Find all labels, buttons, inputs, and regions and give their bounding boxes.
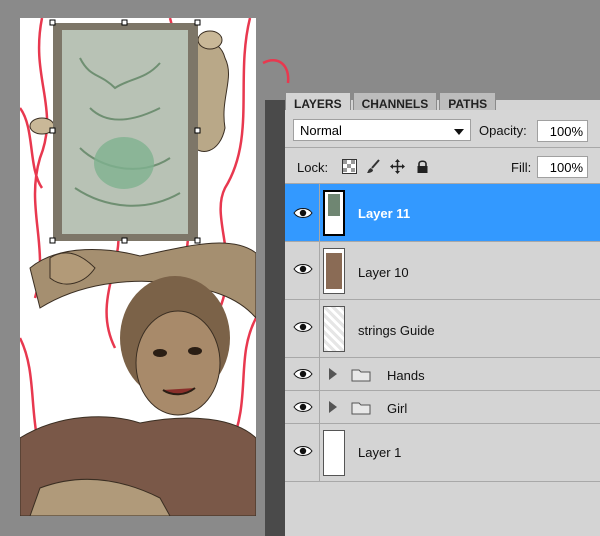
layers-list-empty-area [285, 482, 600, 536]
opacity-label: Opacity: [479, 123, 527, 138]
layer-row-layer-10[interactable]: Layer 10 [285, 242, 600, 300]
thumbnail-content [326, 253, 342, 289]
transform-handle[interactable] [121, 237, 128, 244]
tab-paths[interactable]: PATHS [439, 92, 497, 111]
layer-thumbnail [323, 306, 345, 352]
layer-thumbnail [323, 248, 345, 294]
thumbnail-content [328, 194, 340, 216]
panel-tabs: LAYERS CHANNELS PATHS [285, 92, 498, 111]
column-divider [319, 300, 320, 357]
layer-name: Layer 1 [358, 445, 402, 460]
layer-name: Layer 10 [358, 265, 409, 280]
folder-icon [351, 369, 371, 382]
transform-handle[interactable] [121, 19, 128, 26]
triangle-expand-icon[interactable] [329, 368, 337, 380]
transform-handle[interactable] [194, 237, 201, 244]
tab-channels[interactable]: CHANNELS [352, 92, 438, 111]
blend-mode-value: Normal [300, 123, 342, 138]
column-divider [319, 424, 320, 481]
eye [188, 347, 202, 355]
fill-label: Fill: [511, 160, 532, 175]
brush-lock-icon[interactable] [366, 159, 381, 174]
face [135, 310, 221, 416]
checkerboard-lock-icon[interactable] [342, 159, 357, 174]
transform-handle[interactable] [194, 127, 201, 134]
fill-field[interactable]: 100% [537, 156, 588, 178]
triangle-expand-icon[interactable] [329, 401, 337, 413]
sketch-face [94, 137, 154, 189]
move-lock-icon[interactable] [390, 159, 405, 174]
lock-label: Lock: [297, 160, 329, 175]
eye-icon[interactable] [293, 206, 313, 220]
eye-icon[interactable] [293, 262, 313, 276]
layer-row-layer-11[interactable]: Layer 11 [285, 184, 600, 242]
folder-icon [351, 402, 371, 415]
red-string [33, 18, 49, 299]
eye-icon[interactable] [293, 320, 313, 334]
tab-layers[interactable]: LAYERS [285, 92, 351, 111]
layer-name: strings Guide [358, 323, 435, 338]
layer-group-hands[interactable]: Hands [285, 358, 600, 391]
eye-icon[interactable] [293, 367, 313, 381]
column-divider [319, 242, 320, 299]
layer-name: Layer 11 [358, 206, 411, 221]
column-divider [319, 184, 320, 241]
transform-handle[interactable] [49, 127, 56, 134]
panel-edge [265, 100, 285, 536]
layer-name: Girl [387, 401, 408, 416]
layer-options: Normal Opacity: 100% Lock: Fill: 100% [285, 110, 600, 190]
layer-row-layer-1[interactable]: Layer 1 [285, 424, 600, 482]
eye-icon[interactable] [293, 444, 313, 458]
layer-name: Hands [387, 368, 425, 383]
annotation-stroke [262, 58, 290, 84]
blend-mode-select[interactable]: Normal [293, 119, 471, 141]
eye-icon[interactable] [293, 400, 313, 414]
layer-thumbnail [323, 430, 345, 476]
transform-handle[interactable] [194, 19, 201, 26]
transform-handle[interactable] [49, 19, 56, 26]
document-canvas[interactable] [20, 18, 256, 516]
artwork [20, 18, 256, 516]
layer-thumbnail [323, 190, 345, 236]
transform-handle[interactable] [49, 237, 56, 244]
chevron-down-icon [454, 129, 464, 135]
column-divider [319, 358, 320, 390]
fingertip [197, 30, 223, 50]
layer-row-strings-guide[interactable]: strings Guide [285, 300, 600, 358]
divider [285, 147, 600, 148]
column-divider [319, 391, 320, 423]
padlock-icon[interactable] [415, 159, 430, 174]
eye [153, 349, 167, 357]
layer-group-girl[interactable]: Girl [285, 391, 600, 424]
opacity-field[interactable]: 100% [537, 120, 588, 142]
